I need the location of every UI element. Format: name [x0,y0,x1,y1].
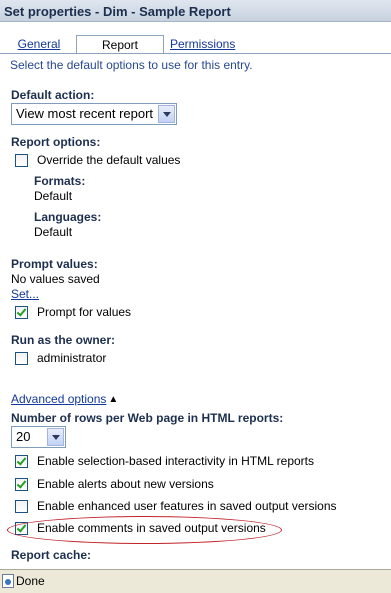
formats-label: Formats: [34,174,86,188]
prompt-for-values-label: Prompt for values [37,305,132,319]
double-chevron-up-icon[interactable]: ▲ [108,394,118,405]
tab-report-label: Report [101,38,139,52]
chevron-down-icon[interactable] [158,105,175,123]
advanced-options-link[interactable]: Advanced options ▲ [11,392,118,406]
status-bar: Done [0,569,391,593]
override-defaults-label: Override the default values [37,153,181,167]
rows-per-page-value: 20 [16,429,31,444]
tab-permissions-label[interactable]: Permissions [170,37,235,51]
advanced-options-label[interactable]: Advanced options [11,392,106,406]
default-action-select[interactable]: View most recent report [11,103,177,125]
rows-per-page-label: Number of rows per Web page in HTML repo… [11,411,284,425]
prompt-for-values-checkbox[interactable] [15,306,28,319]
administrator-label: administrator [37,351,107,365]
rows-per-page-select[interactable]: 20 [11,426,66,448]
tab-general[interactable]: General [14,35,64,53]
prompt-values-label: Prompt values: [11,257,98,271]
tab-general-label[interactable]: General [18,37,61,51]
tab-bar: General Report Permissions [0,35,391,54]
report-cache-label: Report cache: [11,548,92,562]
intro-text: Select the default options to use for th… [10,58,253,72]
enhanced-features-checkbox[interactable] [15,500,28,513]
page-icon [2,574,14,588]
status-text: Done [16,574,45,588]
window-title: Set properties - Dim - Sample Report [0,0,391,22]
report-options-label: Report options: [11,135,101,149]
enhanced-features-label: Enable enhanced user features in saved o… [37,499,337,513]
tab-report[interactable]: Report [76,35,164,54]
tab-permissions[interactable]: Permissions [170,35,235,53]
set-prompt-values-link[interactable]: Set... [11,287,39,301]
administrator-checkbox[interactable] [15,352,28,365]
default-action-value: View most recent report [16,106,154,121]
override-defaults-checkbox[interactable] [15,154,28,167]
tab-divider [0,53,391,54]
chevron-down-icon[interactable] [47,428,64,446]
languages-label: Languages: [34,210,102,224]
run-as-owner-label: Run as the owner: [11,333,116,347]
comments-saved-output-label: Enable comments in saved output versions [37,521,266,535]
selection-interactivity-checkbox[interactable] [15,455,28,468]
comments-saved-output-checkbox[interactable] [15,522,28,535]
alerts-new-versions-checkbox[interactable] [15,478,28,491]
default-action-label: Default action: [11,88,95,102]
selection-interactivity-label: Enable selection-based interactivity in … [37,454,315,468]
languages-value: Default [34,225,73,239]
formats-value: Default [34,189,73,203]
alerts-new-versions-label: Enable alerts about new versions [37,477,214,491]
prompt-values-status: No values saved [11,272,100,286]
